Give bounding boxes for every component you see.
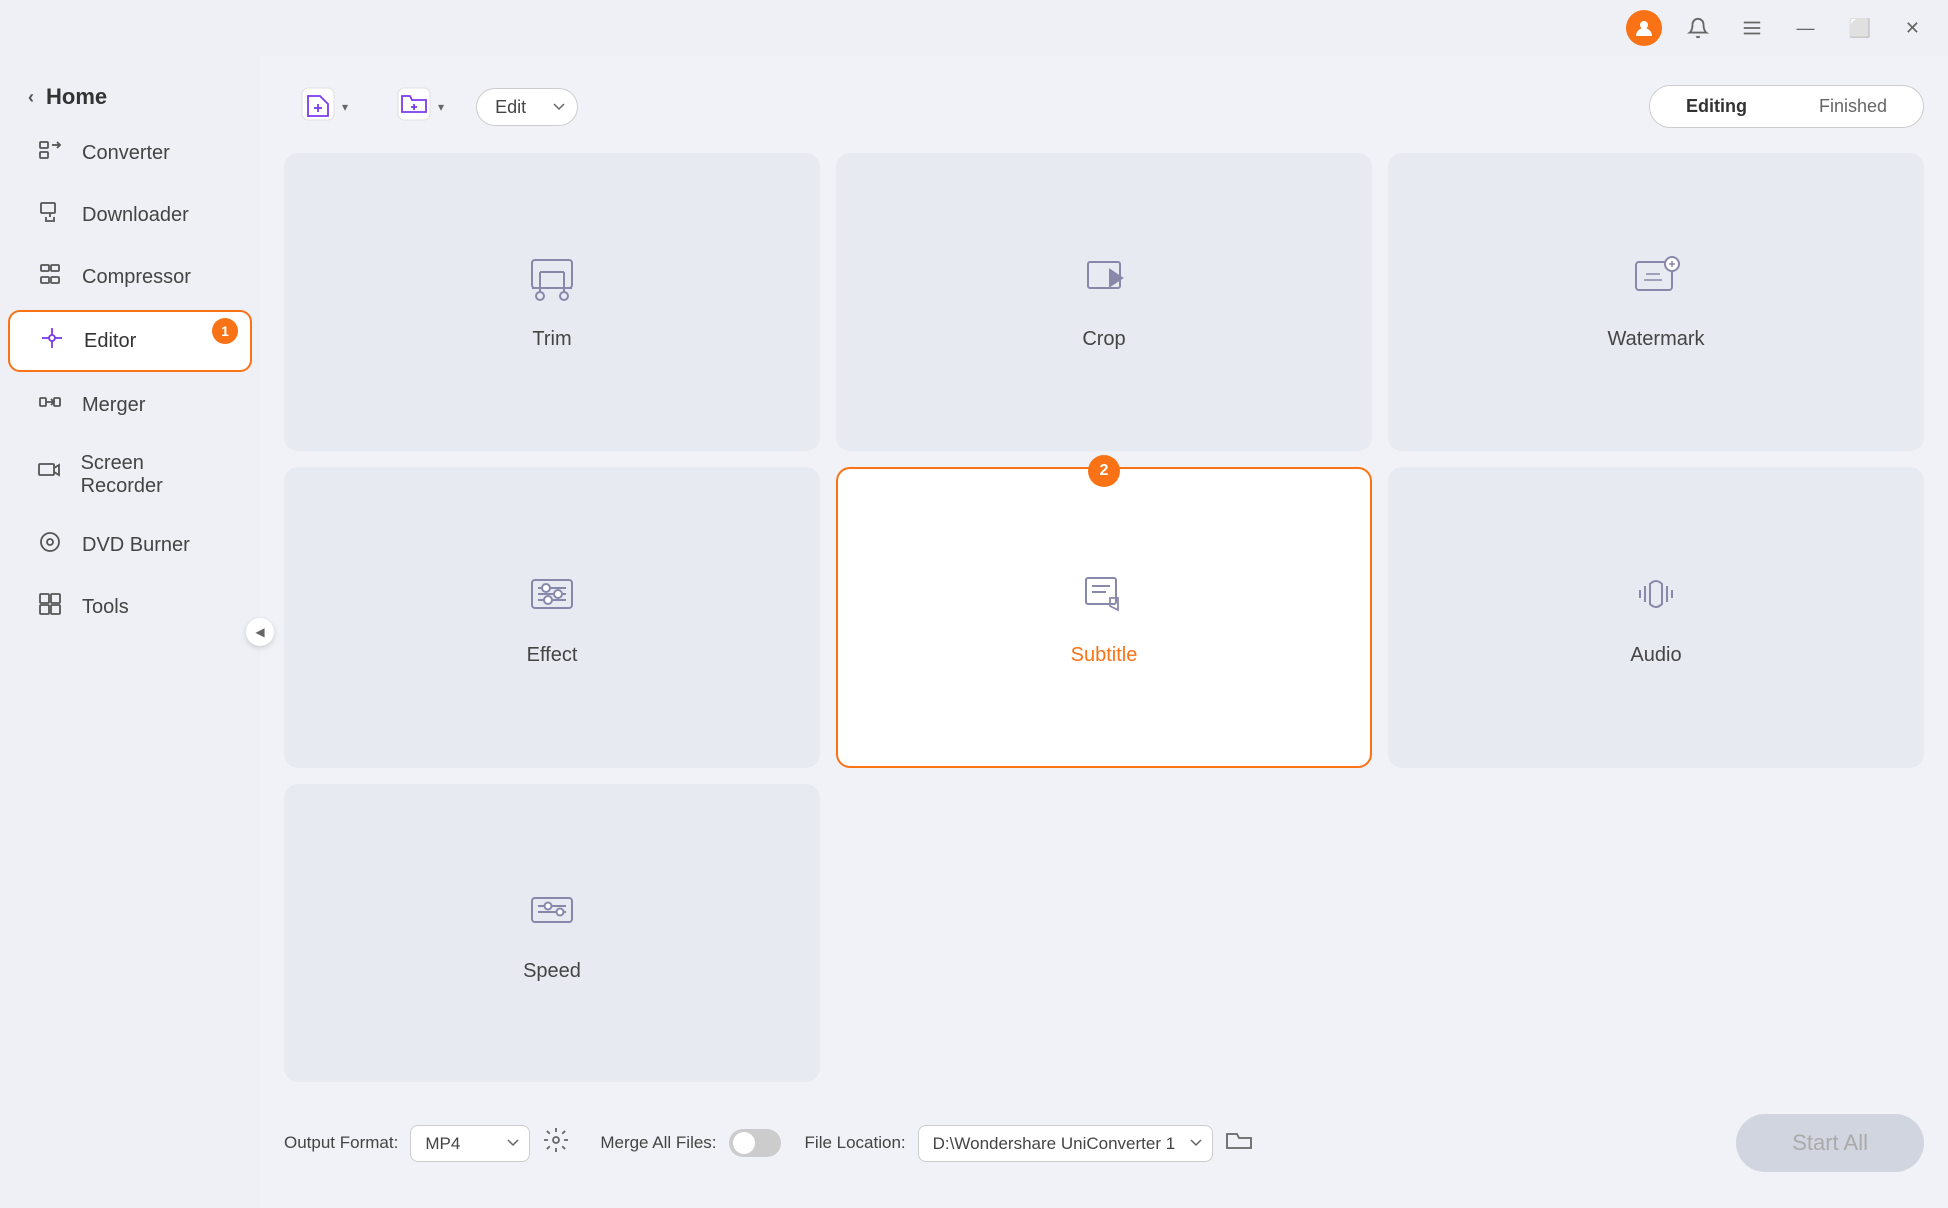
crop-card[interactable]: Crop xyxy=(836,153,1372,451)
output-format-field: Output Format: MP4 MOV AVI MKV xyxy=(284,1125,576,1162)
merger-icon xyxy=(36,390,64,420)
watermark-label: Watermark xyxy=(1607,328,1704,351)
sidebar-item-converter[interactable]: Converter xyxy=(8,124,252,182)
minimize-button[interactable]: — xyxy=(1788,14,1822,43)
close-button[interactable]: ✕ xyxy=(1897,14,1928,43)
sidebar-collapse-button[interactable]: ◀ xyxy=(246,618,274,646)
effect-label: Effect xyxy=(527,644,578,667)
tools-icon xyxy=(36,592,64,622)
sidebar-label-dvd-burner: DVD Burner xyxy=(82,534,190,557)
audio-icon xyxy=(1630,568,1682,630)
sidebar-item-screen-recorder[interactable]: Screen Recorder xyxy=(8,438,252,512)
sidebar-label-compressor: Compressor xyxy=(82,266,191,289)
sidebar-item-merger[interactable]: Merger xyxy=(8,376,252,434)
sidebar-label-downloader: Downloader xyxy=(82,204,189,227)
sidebar-label-editor: Editor xyxy=(84,330,136,353)
sidebar-label-screen-recorder: Screen Recorder xyxy=(81,452,224,498)
add-file-button[interactable]: ▾ xyxy=(284,76,364,137)
trim-icon xyxy=(526,252,578,314)
watermark-icon xyxy=(1630,252,1682,314)
subtitle-label: Subtitle xyxy=(1071,644,1138,667)
audio-card[interactable]: Audio xyxy=(1388,467,1924,769)
watermark-card[interactable]: Watermark xyxy=(1388,153,1924,451)
trim-label: Trim xyxy=(532,328,571,351)
sidebar-item-editor[interactable]: Editor 1 xyxy=(8,310,252,372)
audio-label: Audio xyxy=(1630,644,1681,667)
effect-card[interactable]: Effect xyxy=(284,467,820,769)
add-folder-dropdown-arrow: ▾ xyxy=(438,100,444,114)
sidebar-item-downloader[interactable]: Downloader xyxy=(8,186,252,244)
edit-mode-dropdown[interactable]: Edit Trim Crop Effect xyxy=(476,88,578,126)
empty-cell-2 xyxy=(1388,784,1924,1082)
merge-files-field: Merge All Files: xyxy=(600,1129,780,1157)
crop-label: Crop xyxy=(1082,328,1125,351)
output-settings-icon[interactable] xyxy=(542,1126,576,1160)
add-file-icon xyxy=(300,86,336,127)
output-format-label: Output Format: xyxy=(284,1133,398,1153)
file-location-select[interactable]: D:\Wondershare UniConverter 1 xyxy=(918,1125,1213,1162)
converter-icon xyxy=(36,138,64,168)
dvd-burner-icon xyxy=(36,530,64,560)
output-format-select[interactable]: MP4 MOV AVI MKV xyxy=(410,1125,530,1162)
start-all-button[interactable]: Start All xyxy=(1736,1114,1924,1172)
empty-cell-1 xyxy=(836,784,1372,1082)
downloader-icon xyxy=(36,200,64,230)
toolbar: ▾ ▾ Edit Trim Crop Effect xyxy=(284,76,1924,137)
tab-group: Editing Finished xyxy=(1649,85,1924,128)
title-bar-icons: — ⬜ ✕ xyxy=(1626,10,1928,46)
sidebar-item-tools[interactable]: Tools xyxy=(8,578,252,636)
sidebar: ‹ Home Converter Do xyxy=(0,56,260,1208)
subtitle-icon xyxy=(1078,568,1130,630)
sidebar-item-dvd-burner[interactable]: DVD Burner xyxy=(8,516,252,574)
tab-finished[interactable]: Finished xyxy=(1783,86,1923,127)
maximize-button[interactable]: ⬜ xyxy=(1840,14,1878,43)
add-folder-button[interactable]: ▾ xyxy=(380,76,460,137)
crop-icon xyxy=(1078,252,1130,314)
merge-toggle[interactable] xyxy=(729,1129,781,1157)
editor-badge: 1 xyxy=(212,318,238,344)
add-folder-icon xyxy=(396,86,432,127)
file-location-label: File Location: xyxy=(805,1133,906,1153)
add-file-dropdown-arrow: ▾ xyxy=(342,100,348,114)
editor-grid: Trim Crop xyxy=(284,153,1924,1082)
title-bar: — ⬜ ✕ xyxy=(0,0,1948,56)
trim-card[interactable]: Trim xyxy=(284,153,820,451)
merge-files-label: Merge All Files: xyxy=(600,1133,716,1153)
effect-icon xyxy=(526,568,578,630)
hamburger-menu-icon[interactable] xyxy=(1734,10,1770,46)
subtitle-card[interactable]: 2 Subtitle xyxy=(836,467,1372,769)
speed-card[interactable]: Speed xyxy=(284,784,820,1082)
sidebar-label-tools: Tools xyxy=(82,596,129,619)
home-nav[interactable]: ‹ Home xyxy=(0,72,260,122)
browse-folder-icon[interactable] xyxy=(1225,1128,1253,1158)
screen-recorder-icon xyxy=(36,460,63,490)
file-location-field: File Location: D:\Wondershare UniConvert… xyxy=(805,1125,1253,1162)
subtitle-badge: 2 xyxy=(1088,455,1120,487)
back-chevron-icon: ‹ xyxy=(28,87,34,108)
home-label: Home xyxy=(46,84,107,110)
sidebar-label-merger: Merger xyxy=(82,394,145,417)
sidebar-label-converter: Converter xyxy=(82,142,170,165)
editor-icon xyxy=(38,326,66,356)
user-icon[interactable] xyxy=(1626,10,1662,46)
sidebar-item-compressor[interactable]: Compressor xyxy=(8,248,252,306)
tab-editing[interactable]: Editing xyxy=(1650,86,1783,127)
bottom-bar: Output Format: MP4 MOV AVI MKV Merge All… xyxy=(284,1098,1924,1188)
speed-label: Speed xyxy=(523,960,581,983)
bell-icon[interactable] xyxy=(1680,10,1716,46)
app-body: ‹ Home Converter Do xyxy=(0,56,1948,1208)
main-content: ▾ ▾ Edit Trim Crop Effect xyxy=(260,56,1948,1208)
speed-icon xyxy=(526,884,578,946)
compressor-icon xyxy=(36,262,64,292)
